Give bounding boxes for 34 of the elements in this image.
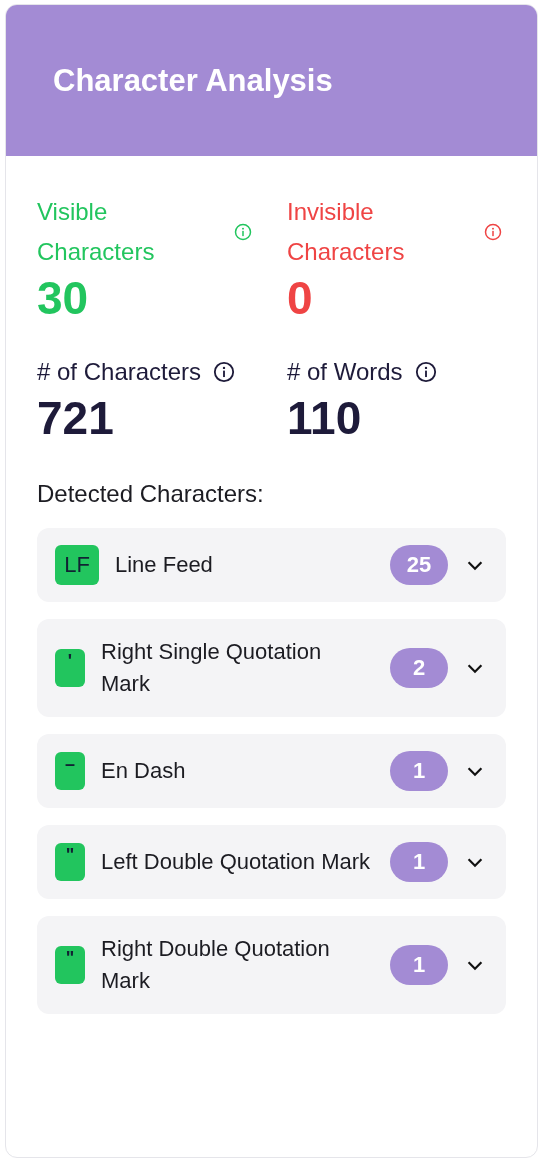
panel-title: Character Analysis <box>53 62 333 99</box>
stat-label: Visible Characters <box>37 197 156 267</box>
character-row[interactable]: " Right Double Quotation Mark 1 <box>37 916 506 1014</box>
info-icon <box>234 223 252 241</box>
character-name: En Dash <box>101 757 187 785</box>
info-icon <box>414 361 437 383</box>
character-name: Line Feed <box>115 551 214 579</box>
character-badge: ' <box>55 649 85 687</box>
info-icon <box>484 223 502 241</box>
stat-value: 0 <box>287 272 314 324</box>
character-badge: " <box>55 946 85 984</box>
stat-label: # of Words <box>287 357 403 387</box>
character-name: Right Single Quotation Mark <box>101 638 323 698</box>
character-badge: – <box>55 752 85 790</box>
character-badge: LF <box>55 545 99 585</box>
stat-label: # of Characters <box>37 357 202 387</box>
info-icon <box>213 361 236 383</box>
stat-value: 30 <box>37 272 90 324</box>
count-badge: 25 <box>390 545 448 585</box>
character-name: Right Double Quotation Mark <box>101 935 331 995</box>
stat-value: 721 <box>37 392 115 444</box>
character-row[interactable]: – En Dash 1 <box>37 734 506 808</box>
stat-value: 110 <box>287 392 363 444</box>
character-name: Left Double Quotation Mark <box>101 848 372 876</box>
count-badge: 2 <box>390 648 448 688</box>
character-row[interactable]: LF Line Feed 25 <box>37 528 506 602</box>
section-heading: Detected Characters: <box>37 480 265 508</box>
count-badge: 1 <box>390 945 448 985</box>
character-badge: " <box>55 843 85 881</box>
character-row[interactable]: ' Right Single Quotation Mark 2 <box>37 619 506 717</box>
stat-label: Invisible Characters <box>287 197 406 267</box>
count-badge: 1 <box>390 842 448 882</box>
character-row[interactable]: " Left Double Quotation Mark 1 <box>37 825 506 899</box>
count-badge: 1 <box>390 751 448 791</box>
